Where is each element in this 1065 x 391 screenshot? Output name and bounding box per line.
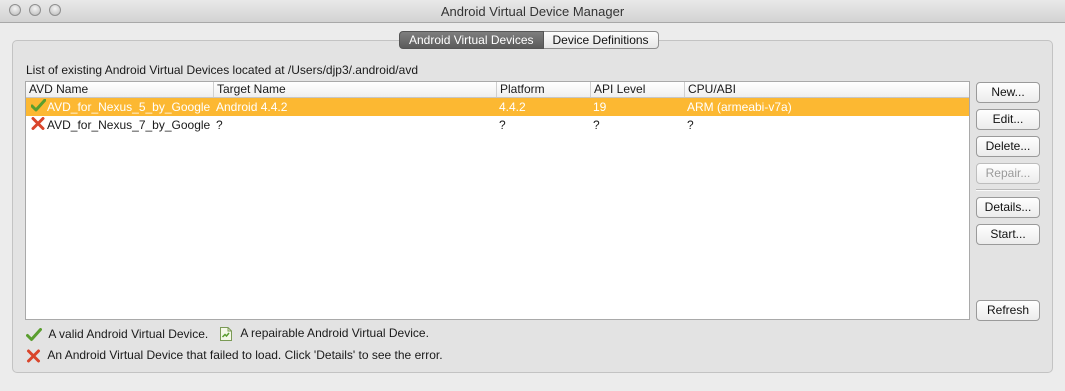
legend-failed: An Android Virtual Device that failed to…: [26, 348, 443, 363]
details-button[interactable]: Details...: [976, 197, 1040, 218]
legend-repairable-text: A repairable Android Virtual Device.: [240, 326, 429, 341]
cpu-abi-cell: ?: [687, 118, 694, 132]
error-x-icon: [26, 348, 44, 363]
table-header: AVD Name Target Name Platform API Level …: [26, 82, 969, 98]
column-header-platform[interactable]: Platform: [497, 82, 591, 97]
new-button[interactable]: New...: [976, 82, 1040, 103]
avd-name-cell: AVD_for_Nexus_5_by_Google: [29, 98, 210, 116]
check-icon: [26, 327, 45, 341]
cpu-abi-cell: ARM (armeabi-v7a): [687, 100, 792, 114]
legend-failed-text: An Android Virtual Device that failed to…: [47, 348, 443, 362]
tab-device-definitions[interactable]: Device Definitions: [543, 31, 659, 49]
window-title: Android Virtual Device Manager: [440, 4, 625, 19]
platform-cell: 4.4.2: [499, 100, 526, 114]
column-header-cpu-abi[interactable]: CPU/ABI: [685, 82, 969, 97]
avd-name-cell: AVD_for_Nexus_7_by_Google: [29, 116, 210, 134]
check-icon: [30, 98, 47, 117]
avd-name: AVD_for_Nexus_5_by_Google: [47, 100, 211, 114]
tab-bar: Android Virtual Devices Device Definitio…: [399, 31, 659, 49]
avd-table: AVD Name Target Name Platform API Level …: [25, 81, 970, 320]
api-level-cell: 19: [593, 100, 607, 114]
refresh-button[interactable]: Refresh: [976, 300, 1040, 321]
platform-cell: ?: [499, 118, 506, 132]
repair-document-icon: [218, 326, 237, 341]
column-header-api-level[interactable]: API Level: [591, 82, 685, 97]
delete-button[interactable]: Delete...: [976, 136, 1040, 157]
tab-android-virtual-devices[interactable]: Android Virtual Devices: [399, 31, 544, 49]
avd-name: AVD_for_Nexus_7_by_Google: [47, 118, 211, 132]
error-x-icon: [31, 116, 46, 135]
button-separator: [976, 189, 1040, 191]
table-row[interactable]: AVD_for_Nexus_7_by_Google ? ? ? ?: [26, 116, 969, 134]
target-name-cell: Android 4.4.2: [216, 100, 288, 114]
repair-button[interactable]: Repair...: [976, 163, 1040, 184]
start-button[interactable]: Start...: [976, 224, 1040, 245]
legend-repairable: A repairable Android Virtual Device.: [218, 326, 429, 342]
legend-valid-text: A valid Android Virtual Device.: [48, 327, 209, 341]
api-level-cell: ?: [593, 118, 600, 132]
column-header-avd-name[interactable]: AVD Name: [26, 82, 214, 97]
target-name-cell: ?: [216, 118, 223, 132]
table-row[interactable]: AVD_for_Nexus_5_by_Google Android 4.4.2 …: [26, 98, 969, 116]
avd-location-description: List of existing Android Virtual Devices…: [26, 63, 418, 77]
title-bar: Android Virtual Device Manager: [0, 0, 1065, 23]
column-header-target-name[interactable]: Target Name: [214, 82, 497, 97]
edit-button[interactable]: Edit...: [976, 109, 1040, 130]
legend-valid: A valid Android Virtual Device.: [26, 327, 208, 342]
